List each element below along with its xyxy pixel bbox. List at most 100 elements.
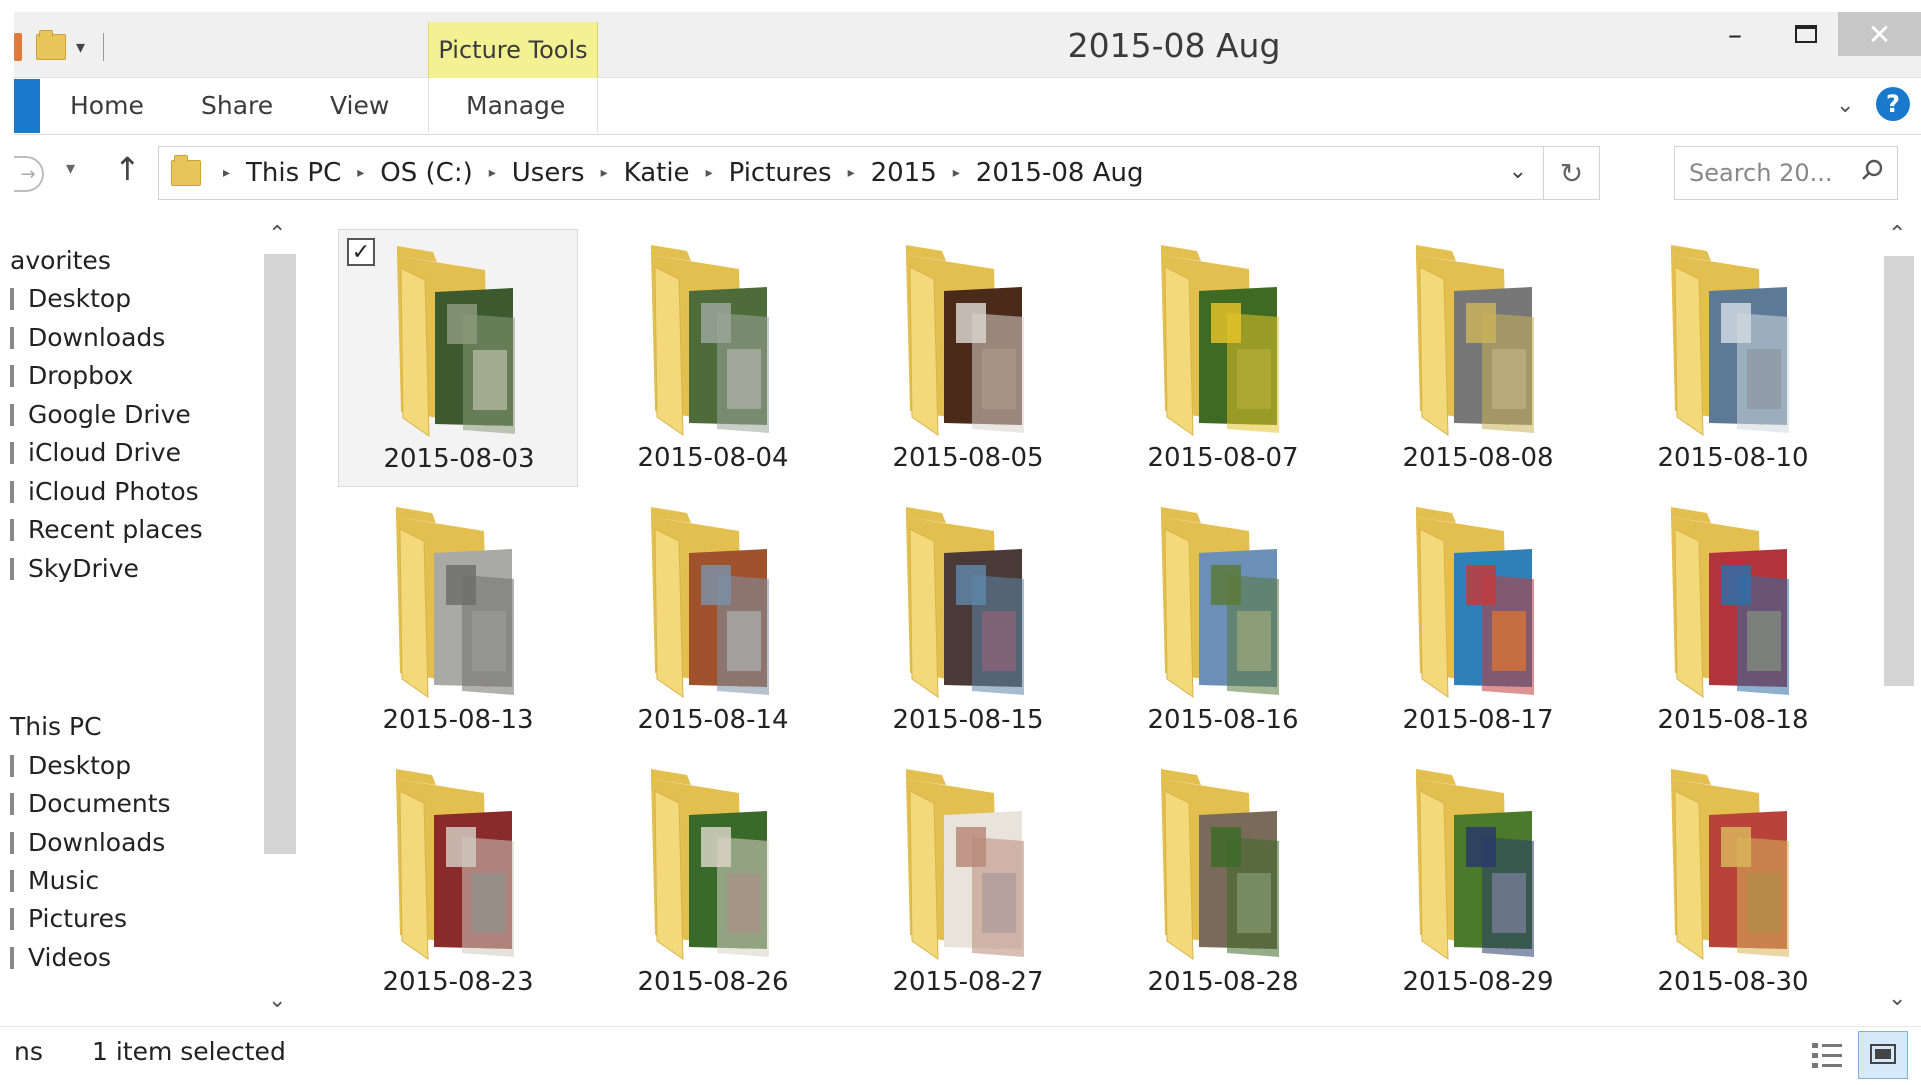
folder-icon [396, 769, 514, 960]
folder-item[interactable]: ✓ 2015-08-03 [338, 229, 578, 487]
folder-item[interactable]: 2015-08-26 [593, 753, 833, 1011]
nav-item[interactable]: iCloud Drive [10, 438, 181, 467]
folder-name: 2015-08-15 [892, 705, 1044, 735]
up-button[interactable]: ↑ [114, 150, 141, 188]
scroll-thumb[interactable] [264, 254, 296, 854]
nav-item[interactable]: Google Drive [10, 400, 191, 429]
customize-qat-icon[interactable]: ▾ [76, 37, 85, 58]
breadcrumb-item[interactable]: 2015-08 Aug [976, 158, 1144, 188]
large-icons-view-icon [1870, 1044, 1896, 1064]
nav-item[interactable]: Videos [10, 943, 111, 972]
expand-ribbon-icon[interactable]: ⌄ [1836, 93, 1854, 118]
selection-status: 1 item selected [92, 1037, 286, 1066]
this-pc-header[interactable]: This PC [10, 712, 102, 741]
nav-item[interactable]: Downloads [10, 828, 165, 857]
folder-name: 2015-08-04 [637, 443, 789, 473]
nav-item[interactable]: iCloud Photos [10, 477, 199, 506]
breadcrumb-item[interactable]: Users [512, 158, 585, 188]
folder-name: 2015-08-29 [1402, 967, 1554, 997]
folder-item[interactable]: 2015-08-29 [1358, 753, 1598, 1011]
nav-item[interactable]: Desktop [10, 284, 131, 313]
scroll-thumb[interactable] [1884, 256, 1914, 686]
nav-item-label: iCloud Photos [28, 476, 199, 506]
folder-name: 2015-08-13 [382, 705, 534, 735]
nav-scrollbar[interactable]: ⌃ ⌄ [264, 216, 296, 1024]
folder-item[interactable]: 2015-08-08 [1358, 229, 1598, 487]
folder-icon [396, 507, 514, 698]
breadcrumb-separator-icon[interactable]: ▸ [848, 165, 855, 181]
folder-item[interactable]: 2015-08-13 [338, 491, 578, 749]
folder-name: 2015-08-18 [1657, 705, 1809, 735]
folder-item[interactable]: 2015-08-10 [1613, 229, 1853, 487]
folder-item[interactable]: 2015-08-16 [1103, 491, 1343, 749]
folder-item[interactable]: 2015-08-28 [1103, 753, 1343, 1011]
folder-item[interactable]: 2015-08-14 [593, 491, 833, 749]
nav-item[interactable]: Desktop [10, 751, 131, 780]
nav-item[interactable]: Documents [10, 789, 171, 818]
folder-item[interactable]: 2015-08-17 [1358, 491, 1598, 749]
folder-item[interactable]: 2015-08-27 [848, 753, 1088, 1011]
content-scrollbar[interactable]: ⌃ ⌄ [1880, 216, 1921, 1024]
breadcrumb-item[interactable]: OS (C:) [380, 158, 472, 188]
scroll-down-icon[interactable]: ⌄ [1888, 986, 1906, 1011]
breadcrumb-separator-icon[interactable]: ▸ [223, 165, 230, 181]
folder-name: 2015-08-17 [1402, 705, 1554, 735]
search-icon[interactable] [1861, 159, 1883, 181]
nav-item[interactable]: Recent places [10, 515, 203, 544]
breadcrumb-separator-icon[interactable]: ▸ [357, 165, 364, 181]
breadcrumb-separator-icon[interactable]: ▸ [953, 165, 960, 181]
help-icon[interactable]: ? [1876, 87, 1910, 121]
breadcrumb-separator-icon[interactable]: ▸ [489, 165, 496, 181]
breadcrumb-item[interactable]: Pictures [729, 158, 832, 188]
new-folder-icon[interactable] [36, 30, 66, 60]
nav-item[interactable]: Music [10, 866, 99, 895]
nav-item-icon [10, 908, 14, 931]
recent-locations-icon[interactable]: ▾ [66, 158, 75, 179]
nav-item-label: Google Drive [28, 399, 191, 429]
forward-button[interactable]: → [14, 156, 44, 192]
folder-name: 2015-08-28 [1147, 967, 1299, 997]
quick-access-toolbar: ▾ [14, 30, 105, 64]
scroll-down-icon[interactable]: ⌄ [268, 988, 286, 1013]
address-dropdown-icon[interactable]: ⌄ [1509, 159, 1527, 184]
details-view-icon[interactable] [1810, 1039, 1846, 1073]
favorites-header[interactable]: avorites [10, 246, 111, 275]
tab-home[interactable]: Home [70, 91, 144, 120]
folder-icon [1161, 769, 1279, 960]
breadcrumb: ▸ This PC ▸ OS (C:) ▸ Users ▸ Katie ▸ Pictures ▸ 20… [207, 158, 1143, 188]
address-bar[interactable]: ▸ This PC ▸ OS (C:) ▸ Users ▸ Katie ▸ Pictures ▸ 20… [158, 146, 1600, 200]
nav-item[interactable]: Dropbox [10, 361, 133, 390]
navigation-bar: → ▾ ↑ ▸ This PC ▸ OS (C:) ▸ Users ▸ Katie ▸ Pictu… [14, 136, 1921, 212]
tab-view[interactable]: View [330, 91, 389, 120]
folder-item[interactable]: 2015-08-15 [848, 491, 1088, 749]
ribbon: Home Share View Manage ⌄ ? [14, 79, 1921, 135]
nav-item[interactable]: Downloads [10, 323, 165, 352]
folder-item[interactable]: 2015-08-23 [338, 753, 578, 1011]
refresh-button[interactable]: ↻ [1543, 147, 1599, 199]
breadcrumb-separator-icon[interactable]: ▸ [706, 165, 713, 181]
tab-manage[interactable]: Manage [466, 91, 565, 120]
nav-item[interactable]: Pictures [10, 904, 127, 933]
breadcrumb-item[interactable]: 2015 [871, 158, 937, 188]
breadcrumb-item[interactable]: Katie [624, 158, 690, 188]
folder-item[interactable]: 2015-08-18 [1613, 491, 1853, 749]
minimize-button[interactable]: – [1700, 12, 1770, 56]
folder-name: 2015-08-05 [892, 443, 1044, 473]
folder-item[interactable]: 2015-08-05 [848, 229, 1088, 487]
tab-share[interactable]: Share [201, 91, 273, 120]
scroll-up-icon[interactable]: ⌃ [268, 222, 286, 247]
search-input[interactable]: Search 20... [1674, 146, 1898, 200]
maximize-button[interactable] [1774, 12, 1838, 56]
nav-item[interactable]: SkyDrive [10, 554, 139, 583]
scroll-up-icon[interactable]: ⌃ [1888, 222, 1906, 247]
folder-item[interactable]: 2015-08-07 [1103, 229, 1343, 487]
large-icons-view-button[interactable] [1858, 1031, 1908, 1079]
file-tab[interactable] [14, 79, 40, 133]
folder-item[interactable]: 2015-08-30 [1613, 753, 1853, 1011]
breadcrumb-item[interactable]: This PC [246, 158, 341, 188]
breadcrumb-separator-icon[interactable]: ▸ [601, 165, 608, 181]
folder-icon [397, 246, 515, 437]
properties-icon[interactable] [14, 33, 22, 61]
close-button[interactable]: ✕ [1838, 12, 1921, 56]
folder-item[interactable]: 2015-08-04 [593, 229, 833, 487]
